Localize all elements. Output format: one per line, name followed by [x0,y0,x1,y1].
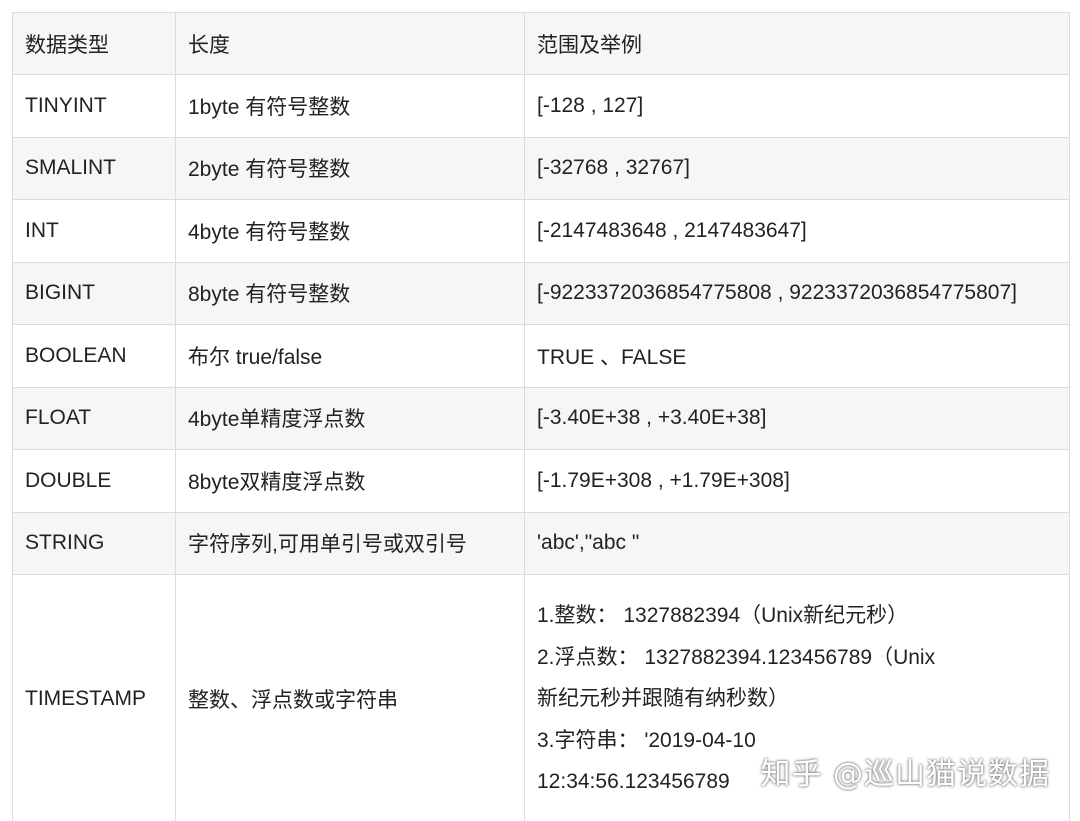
table-row: BOOLEAN 布尔 true/false TRUE 、FALSE [12,324,1070,388]
cell-range: 'abc',"abc " [524,511,1070,575]
table-row: INT 4byte 有符号整数 [-2147483648 , 214748364… [12,199,1070,263]
watermark: 知乎 @巡山猫说数据 [760,757,1050,792]
range-line: 2.浮点数： 1327882394.123456789（Unix [537,645,936,669]
table-row: FLOAT 4byte单精度浮点数 [-3.40E+38 , +3.40E+38… [12,386,1070,450]
cell-length: 4byte 有符号整数 [175,199,525,263]
cell-range: [-3.40E+38 , +3.40E+38] [524,386,1070,450]
table-row: BIGINT 8byte 有符号整数 [-9223372036854775808… [12,261,1070,325]
range-line: 新纪元秒并跟随有纳秒数） [537,687,789,711]
cell-length: 字符序列,可用单引号或双引号 [175,511,525,575]
cell-range: [-32768 , 32767] [524,136,1070,200]
cell-range: [-1.79E+308 , +1.79E+308] [524,449,1070,513]
cell-type: DOUBLE [12,449,176,513]
cell-length: 布尔 true/false [175,324,525,388]
cell-type: INT [12,199,176,263]
cell-type: SMALINT [12,136,176,200]
cell-type: FLOAT [12,386,176,450]
header-type: 数据类型 [12,12,176,75]
table-row: DOUBLE 8byte双精度浮点数 [-1.79E+308 , +1.79E+… [12,449,1070,513]
cell-length: 4byte单精度浮点数 [175,386,525,450]
cell-range: [-2147483648 , 2147483647] [524,199,1070,263]
cell-type: STRING [12,511,176,575]
cell-range: [-128 , 127] [524,74,1070,138]
cell-type: TIMESTAMP [12,574,176,821]
cell-type: TINYINT [12,74,176,138]
cell-range: TRUE 、FALSE [524,324,1070,388]
cell-length: 整数、浮点数或字符串 [175,574,525,821]
cell-range: [-9223372036854775808 , 9223372036854775… [524,261,1070,325]
cell-type: BIGINT [12,261,176,325]
cell-length: 1byte 有符号整数 [175,74,525,138]
header-length: 长度 [175,12,525,75]
cell-length: 8byte双精度浮点数 [175,449,525,513]
table-row: TINYINT 1byte 有符号整数 [-128 , 127] [12,74,1070,138]
range-line: 1.整数： 1327882394（Unix新纪元秒） [537,604,909,628]
table-header-row: 数据类型 长度 范围及举例 [12,12,1070,75]
header-range: 范围及举例 [524,12,1070,75]
page: 数据类型 长度 范围及举例 TINYINT 1byte 有符号整数 [-128 … [0,0,1080,821]
table-row: STRING 字符序列,可用单引号或双引号 'abc',"abc " [12,511,1070,575]
cell-length: 8byte 有符号整数 [175,261,525,325]
cell-length: 2byte 有符号整数 [175,136,525,200]
data-types-table: 数据类型 长度 范围及举例 TINYINT 1byte 有符号整数 [-128 … [12,12,1070,821]
table-row: SMALINT 2byte 有符号整数 [-32768 , 32767] [12,136,1070,200]
cell-type: BOOLEAN [12,324,176,388]
